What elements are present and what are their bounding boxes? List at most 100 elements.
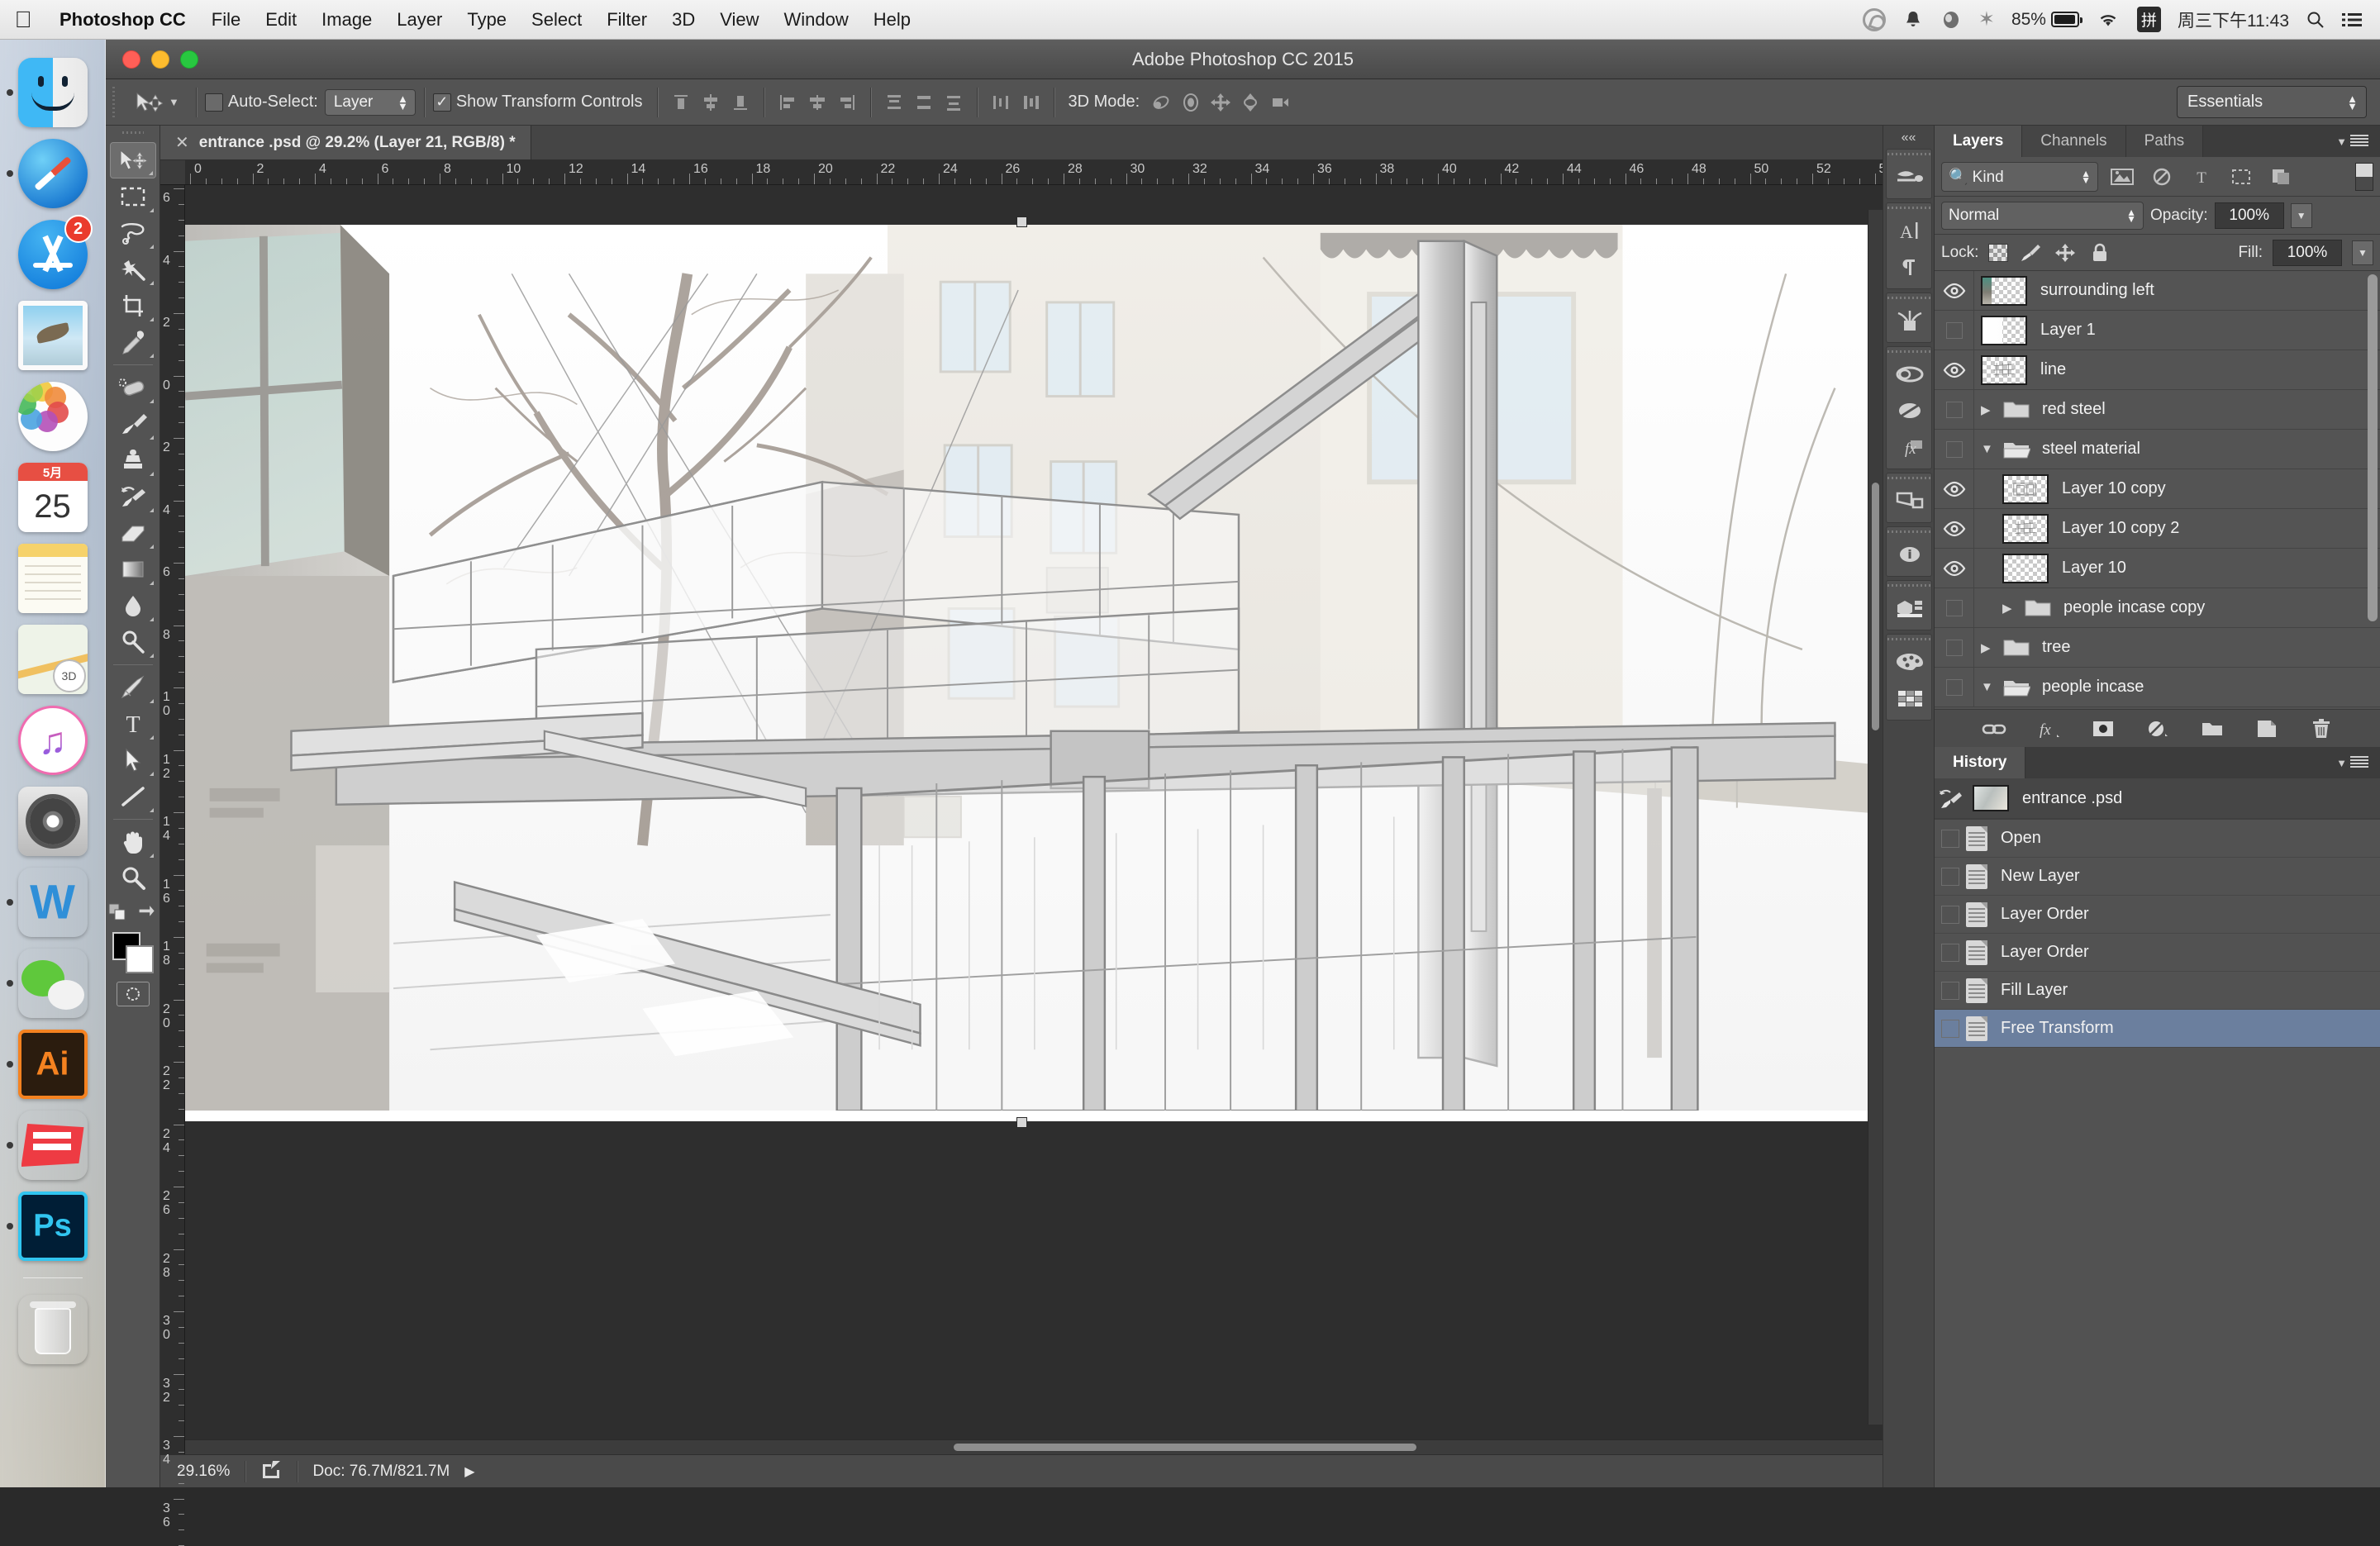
layer-list-scrollbar[interactable] — [2368, 274, 2378, 621]
menu-type[interactable]: Type — [455, 9, 519, 31]
history-brush-source-icon[interactable] — [1935, 787, 1966, 809]
layer-visibility-on-icon[interactable] — [1935, 469, 1974, 508]
adjustments-icon[interactable] — [1887, 392, 1933, 429]
layer-content[interactable]: Layer 10 copy — [1974, 474, 2380, 504]
tab-history[interactable]: History — [1935, 747, 2025, 778]
menu-layer[interactable]: Layer — [384, 9, 455, 31]
notification-center-icon[interactable] — [2342, 12, 2362, 28]
zoom-level[interactable]: 29.16% — [177, 1463, 230, 1481]
auto-select-checkbox[interactable] — [205, 93, 223, 112]
lasso-tool[interactable] — [110, 215, 156, 251]
layer-thumbnail[interactable] — [1981, 276, 2027, 306]
align-left-edges-icon[interactable] — [773, 88, 802, 117]
swatches-grid-icon[interactable] — [1887, 680, 1933, 716]
menu-app-name[interactable]: Photoshop CC — [46, 9, 199, 31]
menu-file[interactable]: File — [199, 9, 253, 31]
creative-cloud-libraries-icon[interactable] — [1887, 356, 1933, 392]
layer-row[interactable]: line — [1935, 350, 2380, 390]
rail-grip[interactable] — [1887, 473, 1931, 483]
history-state-row[interactable]: Fill Layer — [1935, 972, 2380, 1010]
crop-tool[interactable] — [110, 288, 156, 324]
chevron-right-icon[interactable]: ▶ — [1981, 640, 1999, 655]
quick-mask-icon[interactable] — [117, 982, 150, 1006]
3d-orbit-icon[interactable] — [1146, 88, 1176, 117]
chevron-down-icon[interactable]: ▼ — [1981, 680, 1999, 694]
menu-view[interactable]: View — [707, 9, 771, 31]
filter-smart-object-icon[interactable] — [2265, 163, 2297, 191]
3d-icon[interactable] — [1887, 590, 1933, 626]
gradient-tool[interactable] — [110, 551, 156, 587]
layer-content[interactable]: Layer 10 copy 2 — [1974, 514, 2380, 544]
layer-style-fx-icon[interactable]: fx — [2035, 716, 2063, 741]
layer-thumbnail[interactable] — [2002, 554, 2049, 583]
add-layer-mask-icon[interactable] — [2089, 716, 2117, 741]
distribute-left-edges-icon[interactable] — [986, 88, 1016, 117]
history-state-row[interactable]: New Layer — [1935, 858, 2380, 896]
layer-content[interactable]: ▶people incase copy — [1974, 597, 2380, 619]
menu-select[interactable]: Select — [519, 9, 594, 31]
lock-image-pixels-icon[interactable] — [2018, 241, 2043, 264]
zoom-tool[interactable] — [110, 860, 156, 897]
layer-list[interactable]: surrounding leftLayer 1line▶red steel▼st… — [1935, 271, 2380, 709]
dock-item-mail[interactable] — [18, 301, 88, 370]
lock-transparent-pixels-icon[interactable] — [1988, 244, 2008, 262]
dock-item-photoshop[interactable]: Ps — [18, 1192, 88, 1261]
layer-content[interactable]: ▼people incase — [1974, 677, 2380, 698]
wifi-icon[interactable] — [2096, 10, 2121, 30]
align-right-edges-icon[interactable] — [832, 88, 862, 117]
dock-item-sketchup[interactable] — [18, 1111, 88, 1180]
dock-item-calendar[interactable]: 5月 25 — [18, 463, 88, 532]
layer-row[interactable]: ▼people incase — [1935, 668, 2380, 707]
dock-item-app-store[interactable]: 2 — [18, 220, 88, 289]
timeline-icon[interactable] — [1887, 483, 1933, 519]
rail-grip[interactable] — [1887, 635, 1931, 644]
vertical-scroll-thumb[interactable] — [1872, 483, 1879, 730]
creative-cloud-icon[interactable] — [1863, 8, 1886, 31]
filter-shape-icon[interactable] — [2225, 163, 2257, 191]
layer-thumbnail[interactable] — [2002, 514, 2049, 544]
layer-visibility-off-icon[interactable] — [1935, 588, 1974, 627]
workspace-switcher[interactable]: Essentials ▲▼ — [2177, 86, 2380, 118]
distribute-horizontal-centers-icon[interactable] — [1016, 88, 1045, 117]
layer-content[interactable]: ▶red steel — [1974, 399, 2380, 421]
layer-visibility-on-icon[interactable] — [1935, 271, 1974, 310]
close-icon[interactable]: ✕ — [175, 132, 189, 153]
dock-item-itunes[interactable]: ♫ — [18, 706, 88, 775]
3d-camera-icon[interactable] — [1265, 88, 1295, 117]
new-adjustment-layer-icon[interactable] — [2144, 716, 2172, 741]
options-bar-grip[interactable] — [111, 86, 121, 119]
bell-icon[interactable] — [1902, 9, 1924, 31]
blur-tool[interactable] — [110, 587, 156, 624]
layer-visibility-off-icon[interactable] — [1935, 430, 1974, 469]
artboard[interactable] — [185, 225, 1868, 1121]
dropbox-icon[interactable] — [1940, 9, 1962, 31]
ruler-corner[interactable] — [160, 160, 185, 185]
filter-adjustment-icon[interactable] — [2146, 163, 2178, 191]
brush-presets-icon[interactable] — [1887, 159, 1933, 195]
input-method-indicator[interactable]: 拼 — [2137, 7, 2161, 32]
styles-fx-icon[interactable]: fx — [1887, 429, 1933, 465]
history-state-row[interactable]: Free Transform — [1935, 1010, 2380, 1048]
dock-item-illustrator[interactable]: Ai — [18, 1030, 88, 1099]
layer-content[interactable]: line — [1974, 355, 2380, 385]
3d-roll-icon[interactable] — [1176, 88, 1206, 117]
history-state-row[interactable]: Open — [1935, 820, 2380, 858]
menu-window[interactable]: Window — [772, 9, 861, 31]
dock-item-notes[interactable] — [18, 544, 88, 613]
layer-thumbnail[interactable] — [1981, 316, 2027, 345]
battery-status[interactable]: 85% — [2011, 10, 2079, 30]
history-brush-tool[interactable] — [110, 478, 156, 515]
layer-row[interactable]: ▶red steel — [1935, 390, 2380, 430]
collapse-panels-icon[interactable]: «« — [1883, 127, 1935, 149]
history-state-row[interactable]: Layer Order — [1935, 934, 2380, 972]
distribute-top-edges-icon[interactable] — [879, 88, 909, 117]
type-tool[interactable]: T — [110, 706, 156, 742]
vertical-ruler[interactable]: 642024681012141618202224262830323436 — [160, 160, 185, 1454]
character-icon[interactable]: A — [1887, 212, 1933, 249]
fill-stepper[interactable]: ▼ — [2352, 240, 2373, 265]
layer-row[interactable]: Layer 10 copy 2 — [1935, 509, 2380, 549]
distribute-bottom-edges-icon[interactable] — [939, 88, 969, 117]
layer-visibility-on-icon[interactable] — [1935, 509, 1974, 548]
filter-pixel-icon[interactable] — [2106, 163, 2138, 191]
layer-row[interactable]: ▶people incase copy — [1935, 588, 2380, 628]
